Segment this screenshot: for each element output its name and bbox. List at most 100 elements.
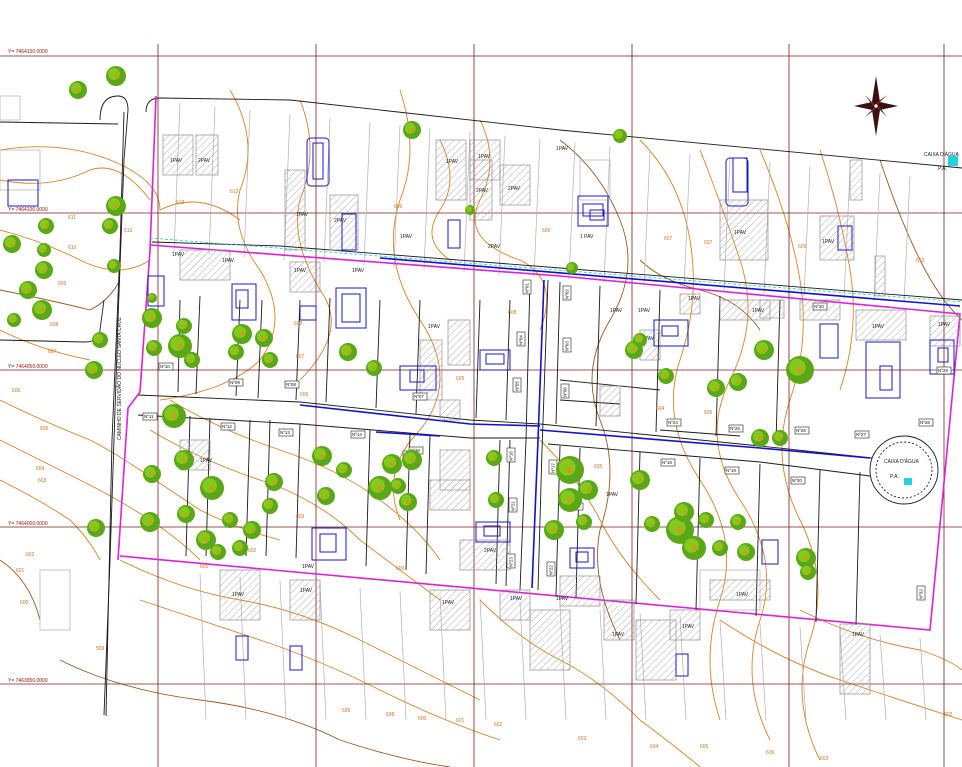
contour-label: 604 bbox=[36, 466, 45, 472]
service-line bbox=[695, 457, 701, 611]
building-floor-label: 1PAV bbox=[222, 258, 235, 264]
grid-label-y2: Y= 7464100.0000 bbox=[8, 207, 48, 213]
tree-icon bbox=[633, 333, 647, 347]
svg-text:Nº01: Nº01 bbox=[525, 283, 530, 293]
tree-icon bbox=[366, 360, 382, 376]
contour-line bbox=[0, 167, 151, 201]
tree-icon bbox=[184, 352, 200, 368]
tree-icon bbox=[544, 520, 564, 540]
tree-icon bbox=[339, 343, 357, 361]
svg-text:Nº11: Nº11 bbox=[144, 414, 154, 419]
tree-icon bbox=[336, 462, 352, 478]
lot-line bbox=[719, 619, 727, 721]
water-tank-culdesac-pa: P.A. bbox=[890, 474, 899, 480]
lot-number-tag: Nº22 bbox=[546, 561, 556, 577]
hatched-building bbox=[499, 589, 531, 621]
svg-text:Nº04: Nº04 bbox=[519, 335, 524, 345]
contour-label: 613 bbox=[230, 189, 239, 195]
building-floor-label: 1PAV bbox=[736, 592, 749, 598]
lot-number-tag: Nº32 bbox=[916, 585, 926, 601]
service-line bbox=[555, 281, 561, 425]
tree-icon bbox=[147, 293, 157, 303]
tree-icon bbox=[35, 261, 53, 279]
tree-icon bbox=[87, 519, 105, 537]
tree-icon bbox=[210, 544, 226, 560]
tree-icon bbox=[37, 243, 51, 257]
tree-icon bbox=[576, 514, 592, 530]
lot-number-tag: Nº19 bbox=[724, 466, 740, 475]
tree-icon bbox=[674, 502, 694, 522]
water-tank-culdesac-label: CAIXA D'ÁGUA bbox=[884, 458, 920, 465]
contour-label: 605 bbox=[40, 426, 49, 432]
contour-label: 606 bbox=[542, 228, 551, 234]
contour-label: 605 bbox=[704, 410, 713, 416]
lot-line bbox=[683, 153, 691, 288]
lot-line bbox=[803, 165, 811, 297]
tree-icon bbox=[32, 300, 52, 320]
planned-building bbox=[937, 347, 949, 363]
lot-number-tag: Nº11 bbox=[142, 412, 158, 421]
svg-text:Nº26: Nº26 bbox=[796, 428, 806, 433]
hatched-building bbox=[435, 139, 467, 201]
tree-icon bbox=[140, 512, 160, 532]
tree-icon bbox=[800, 564, 816, 580]
lot-line bbox=[393, 124, 401, 268]
lot-line bbox=[199, 573, 207, 721]
tree-icon bbox=[751, 429, 769, 447]
building-floor-label: 2PAV bbox=[484, 548, 497, 554]
contour-label: 607 bbox=[664, 236, 673, 242]
svg-text:Nº08: Nº08 bbox=[286, 382, 296, 387]
service-line bbox=[855, 471, 861, 626]
planned-building bbox=[235, 289, 249, 309]
planned-building bbox=[479, 349, 511, 371]
tree-icon bbox=[107, 259, 121, 273]
planned-building bbox=[675, 653, 689, 677]
water-tank-top-pa: P.A. bbox=[938, 166, 947, 172]
lot-number-tag: Nº07 bbox=[412, 392, 428, 401]
svg-text:Nº09: Nº09 bbox=[230, 380, 240, 385]
svg-text:Nº29: Nº29 bbox=[938, 368, 948, 373]
site-plan-map[interactable]: Y= 7464150.0000 Y= 7464100.0000 Y= 74640… bbox=[0, 0, 962, 767]
svg-text:Nº12: Nº12 bbox=[222, 424, 232, 429]
tree-icon bbox=[106, 66, 126, 86]
svg-text:Nº32: Nº32 bbox=[919, 589, 924, 599]
contour-label: 600 bbox=[418, 716, 427, 722]
lot-line bbox=[323, 117, 331, 263]
contour-label: 605 bbox=[594, 464, 603, 470]
grid-label-y1: Y= 7464150.0000 bbox=[8, 49, 48, 55]
planned-building bbox=[475, 521, 511, 543]
lot-number-tag: Nº29 bbox=[936, 366, 952, 375]
lot-outline bbox=[579, 159, 611, 201]
tree-icon bbox=[658, 368, 674, 384]
lot-line bbox=[643, 149, 651, 286]
contour-label: 608 bbox=[50, 322, 59, 328]
tree-icon bbox=[402, 450, 422, 470]
service-line bbox=[595, 285, 601, 427]
contour-label: 603 bbox=[578, 736, 587, 742]
hatched-building bbox=[599, 385, 621, 417]
planned-building bbox=[732, 157, 748, 193]
tree-icon bbox=[486, 450, 502, 466]
lot-number-tag: Nº01 bbox=[522, 279, 532, 295]
lot-line bbox=[479, 598, 487, 721]
tree-icon bbox=[262, 498, 278, 514]
planned-building bbox=[761, 539, 779, 565]
svg-text:Nº27: Nº27 bbox=[856, 432, 866, 437]
building-floor-label: 1PAV bbox=[442, 600, 455, 606]
service-line bbox=[475, 299, 481, 419]
contour-label: 610 bbox=[68, 245, 77, 251]
lot-line bbox=[603, 145, 611, 283]
hatched-building bbox=[429, 479, 471, 511]
contour-label: 603 bbox=[820, 756, 829, 762]
building-floor-label: 1PAV bbox=[752, 308, 765, 314]
tree-icon bbox=[317, 487, 335, 505]
lot-number-tag: Nº28 bbox=[918, 418, 934, 427]
contour-label: 600 bbox=[20, 600, 29, 606]
svg-text:Nº18: Nº18 bbox=[662, 460, 672, 465]
lot-number-tag: Nº17 bbox=[548, 459, 558, 475]
hatched-building bbox=[195, 134, 219, 176]
lot-line bbox=[363, 121, 371, 266]
lot-line bbox=[243, 109, 251, 258]
building-floor-label: 1 PAV bbox=[580, 234, 594, 240]
building-floor-label: 1PAV bbox=[872, 324, 885, 330]
